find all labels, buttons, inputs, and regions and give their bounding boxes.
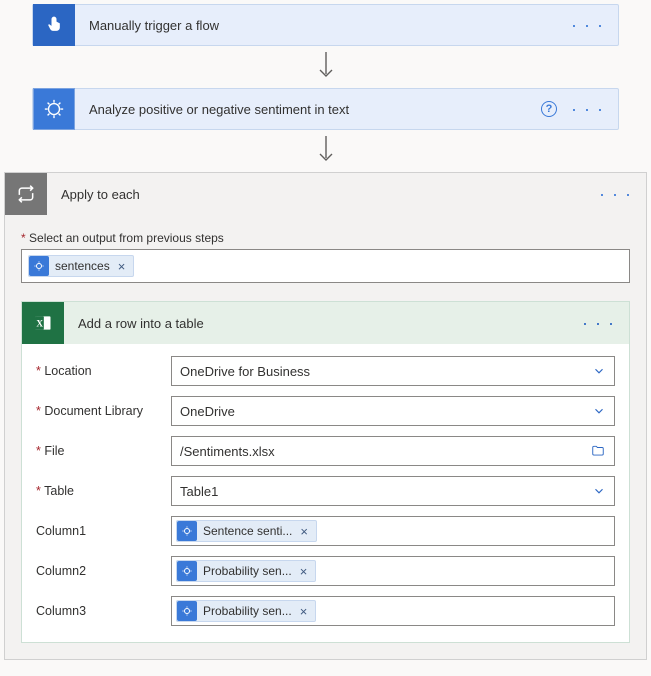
step-apply-to-each: Apply to each · · · Select an output fro… (4, 172, 647, 660)
select-doclib[interactable]: OneDrive (171, 396, 615, 426)
remove-token-icon[interactable]: × (116, 259, 128, 274)
file-picker[interactable]: /Sentiments.xlsx (171, 436, 615, 466)
step-title: Manually trigger a flow (75, 18, 571, 33)
label-location: Location (36, 364, 171, 378)
chevron-down-icon (592, 484, 606, 498)
token-sentences[interactable]: sentences × (28, 255, 134, 277)
help-icon[interactable]: ? (541, 101, 557, 117)
remove-token-icon[interactable]: × (298, 604, 310, 619)
select-table[interactable]: Table1 (171, 476, 615, 506)
label-column2: Column2 (36, 564, 171, 578)
step-title: Add a row into a table (64, 316, 582, 331)
token-label: sentences (55, 259, 110, 273)
token-label: Probability sen... (203, 604, 292, 618)
connector-arrow (4, 136, 647, 166)
step-sentiment[interactable]: Analyze positive or negative sentiment i… (32, 88, 619, 130)
more-icon[interactable]: · · · (571, 100, 604, 118)
step-excel-add-row: X Add a row into a table · · · Location … (21, 301, 630, 643)
more-icon[interactable]: · · · (599, 185, 632, 203)
token-column3[interactable]: Probability sen... × (176, 600, 316, 622)
more-icon[interactable]: · · · (582, 314, 615, 332)
ai-builder-icon (33, 88, 75, 130)
step-title: Apply to each (47, 187, 599, 202)
output-label: Select an output from previous steps (21, 231, 630, 245)
input-column2[interactable]: Probability sen... × (171, 556, 615, 586)
svg-text:X: X (36, 318, 43, 328)
label-doclib: Document Library (36, 404, 171, 418)
loop-icon (5, 173, 47, 215)
token-label: Sentence senti... (203, 524, 292, 538)
step-trigger[interactable]: Manually trigger a flow · · · (32, 4, 619, 46)
more-icon[interactable]: · · · (571, 16, 604, 34)
token-column1[interactable]: Sentence senti... × (176, 520, 317, 542)
remove-token-icon[interactable]: × (298, 524, 310, 539)
connector-arrow (4, 52, 647, 82)
ai-token-icon (177, 561, 197, 581)
input-column3[interactable]: Probability sen... × (171, 596, 615, 626)
chevron-down-icon (592, 404, 606, 418)
ai-token-icon (177, 521, 197, 541)
label-file: File (36, 444, 171, 458)
label-column3: Column3 (36, 604, 171, 618)
remove-token-icon[interactable]: × (298, 564, 310, 579)
step-title: Analyze positive or negative sentiment i… (75, 102, 541, 117)
token-column2[interactable]: Probability sen... × (176, 560, 316, 582)
excel-header[interactable]: X Add a row into a table · · · (22, 302, 629, 344)
token-label: Probability sen... (203, 564, 292, 578)
touch-icon (33, 4, 75, 46)
folder-icon[interactable] (590, 444, 606, 458)
label-column1: Column1 (36, 524, 171, 538)
loop-header[interactable]: Apply to each · · · (5, 173, 646, 215)
ai-token-icon (29, 256, 49, 276)
output-input[interactable]: sentences × (21, 249, 630, 283)
input-column1[interactable]: Sentence senti... × (171, 516, 615, 546)
label-table: Table (36, 484, 171, 498)
chevron-down-icon (592, 364, 606, 378)
ai-token-icon (177, 601, 197, 621)
excel-icon: X (22, 302, 64, 344)
select-location[interactable]: OneDrive for Business (171, 356, 615, 386)
